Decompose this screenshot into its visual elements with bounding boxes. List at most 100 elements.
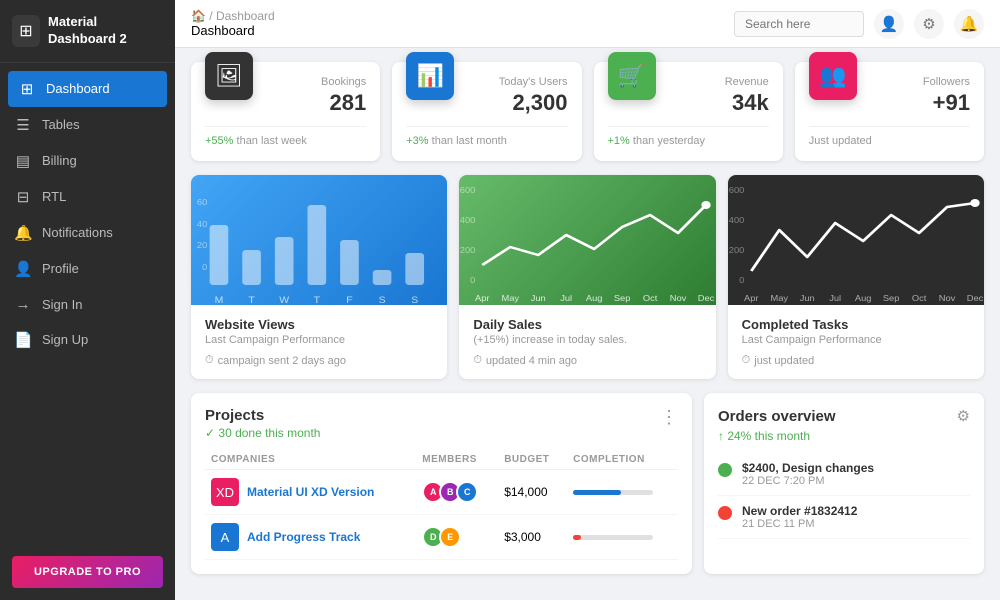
breadcrumb-home: 🏠 — [191, 9, 206, 23]
project-icon-a: A — [211, 523, 239, 551]
stat-revenue: 🛒 Revenue 34k +1% than yesterday — [594, 62, 783, 161]
main-content: 🏠 / Dashboard Dashboard 👤 ⚙ 🔔 🖼 Bookings… — [175, 0, 1000, 600]
nav-label-profile: Profile — [42, 261, 79, 276]
page-title: Dashboard — [191, 23, 255, 38]
nav-label-billing: Billing — [42, 153, 77, 168]
svg-text:Dec: Dec — [966, 294, 983, 303]
revenue-footer: +1% than yesterday — [608, 126, 769, 147]
billing-icon: ▤ — [14, 152, 32, 170]
users-footer: +3% than last month — [406, 126, 567, 147]
order-name-2: New order #1832412 — [742, 504, 857, 518]
users-trend-label: than last month — [432, 135, 507, 147]
svg-text:200: 200 — [728, 246, 744, 255]
notifications-icon: 🔔 — [14, 224, 32, 242]
col-members: MEMBERS — [416, 450, 498, 470]
chart-blue-area: M T W T F S S 60 40 20 0 — [191, 175, 447, 305]
svg-text:60: 60 — [197, 198, 208, 207]
rtl-icon: ⊟ — [14, 188, 32, 206]
breadcrumb-sep: / — [209, 9, 216, 23]
projects-title: Projects — [205, 407, 320, 424]
breadcrumb-area: 🏠 / Dashboard Dashboard — [191, 9, 275, 38]
project-members-1: A B C — [416, 470, 498, 515]
svg-text:600: 600 — [460, 186, 476, 195]
sidebar-item-profile[interactable]: 👤 Profile — [0, 251, 175, 287]
upgrade-section: UPGRADE TO PRO — [0, 544, 175, 600]
svg-text:20: 20 — [197, 241, 208, 250]
nav-label-dashboard: Dashboard — [46, 81, 110, 96]
chart-website-footer: ⏱ campaign sent 2 days ago — [205, 354, 433, 367]
avatar-3: C — [456, 481, 478, 503]
svg-text:T: T — [248, 296, 254, 305]
chart-sales-title: Daily Sales — [473, 317, 701, 332]
dashboard-content: 🖼 Bookings 281 +55% than last week 📊 Tod… — [175, 48, 1000, 600]
svg-text:Jun: Jun — [799, 294, 814, 303]
breadcrumb: 🏠 / Dashboard — [191, 9, 275, 23]
sidebar-item-notifications[interactable]: 🔔 Notifications — [0, 215, 175, 251]
orders-header: Orders overview ⚙ — [718, 407, 970, 425]
followers-trend-label: Just updated — [809, 135, 872, 147]
svg-text:S: S — [411, 296, 419, 305]
svg-text:Nov: Nov — [938, 294, 955, 303]
projects-header: Projects ✓ 30 done this month ⋮ — [205, 407, 678, 440]
account-icon[interactable]: 👤 — [874, 9, 904, 39]
chart-website-footer-text: campaign sent 2 days ago — [218, 355, 346, 367]
chart-sales-footer: ⏱ updated 4 min ago — [473, 354, 701, 367]
bell-icon[interactable]: 🔔 — [954, 9, 984, 39]
order-date-2: 21 DEC 11 PM — [742, 518, 857, 530]
nav-label-signup: Sign Up — [42, 332, 88, 347]
header-right: 👤 ⚙ 🔔 — [734, 9, 984, 39]
chart-sales-subtitle: (+15%) increase in today sales. — [473, 334, 701, 346]
bookings-trend-label: than last week — [237, 135, 307, 147]
svg-text:0: 0 — [739, 276, 744, 285]
revenue-icon: 🛒 — [608, 52, 656, 100]
search-input[interactable] — [734, 11, 864, 37]
project-members-2: D E — [416, 515, 498, 560]
sidebar-item-signin[interactable]: → Sign In — [0, 287, 175, 322]
chart-website-views: M T W T F S S 60 40 20 0 — [191, 175, 447, 379]
nav-label-notifications: Notifications — [42, 225, 113, 240]
project-name-1: Material UI XD Version — [247, 485, 374, 499]
svg-text:600: 600 — [728, 186, 744, 195]
project-company-2: A Add Progress Track — [205, 515, 416, 560]
svg-text:W: W — [279, 296, 290, 305]
users-icon: 📊 — [406, 52, 454, 100]
orders-card: Orders overview ⚙ ↑ 24% this month $2400… — [704, 393, 984, 574]
revenue-trend: +1% — [608, 135, 630, 147]
chart-website-title: Website Views — [205, 317, 433, 332]
stat-bookings: 🖼 Bookings 281 +55% than last week — [191, 62, 380, 161]
projects-header-left: Projects ✓ 30 done this month — [205, 407, 320, 440]
sidebar-item-dashboard[interactable]: ⊞ Dashboard — [8, 71, 167, 107]
project-icon-xd: XD — [211, 478, 239, 506]
line-chart-dark-svg: 600 400 200 0 Apr May Jun Jul Aug — [728, 175, 984, 305]
chart-tasks-title: Completed Tasks — [742, 317, 970, 332]
settings-icon[interactable]: ⚙ — [914, 9, 944, 39]
chart-tasks-footer-text: just updated — [754, 355, 814, 367]
svg-text:Oct: Oct — [643, 294, 658, 303]
chart-tasks-info: Completed Tasks Last Campaign Performanc… — [728, 305, 984, 379]
svg-text:Sep: Sep — [883, 294, 900, 303]
chart-website-subtitle: Last Campaign Performance — [205, 334, 433, 346]
table-row: XD Material UI XD Version A B C — [205, 470, 678, 515]
bottom-row: Projects ✓ 30 done this month ⋮ COMPANIE… — [191, 393, 984, 574]
line-chart-green-svg: 600 400 200 0 Apr May Jun Jul Aug — [459, 175, 715, 305]
sidebar-item-tables[interactable]: ☰ Tables — [0, 107, 175, 143]
upgrade-button[interactable]: UPGRADE TO PRO — [12, 556, 163, 588]
svg-text:Apr: Apr — [744, 294, 759, 303]
svg-text:200: 200 — [460, 246, 476, 255]
revenue-trend-label: than yesterday — [633, 135, 705, 147]
sidebar-item-signup[interactable]: 📄 Sign Up — [0, 322, 175, 358]
project-company-1: XD Material UI XD Version — [205, 470, 416, 515]
breadcrumb-page: Dashboard — [216, 9, 275, 23]
chart-green-area: 600 400 200 0 Apr May Jun Jul Aug — [459, 175, 715, 305]
project-name-2: Add Progress Track — [247, 530, 360, 544]
col-budget: BUDGET — [498, 450, 567, 470]
signin-icon: → — [14, 296, 32, 313]
sidebar-item-billing[interactable]: ▤ Billing — [0, 143, 175, 179]
stats-row: 🖼 Bookings 281 +55% than last week 📊 Tod… — [191, 62, 984, 161]
nav-label-rtl: RTL — [42, 189, 66, 204]
sidebar-item-rtl[interactable]: ⊟ RTL — [0, 179, 175, 215]
orders-settings-icon[interactable]: ⚙ — [957, 407, 970, 425]
svg-text:Oct: Oct — [912, 294, 927, 303]
chart-tasks-footer: ⏱ just updated — [742, 354, 970, 367]
projects-menu-icon[interactable]: ⋮ — [660, 407, 678, 428]
